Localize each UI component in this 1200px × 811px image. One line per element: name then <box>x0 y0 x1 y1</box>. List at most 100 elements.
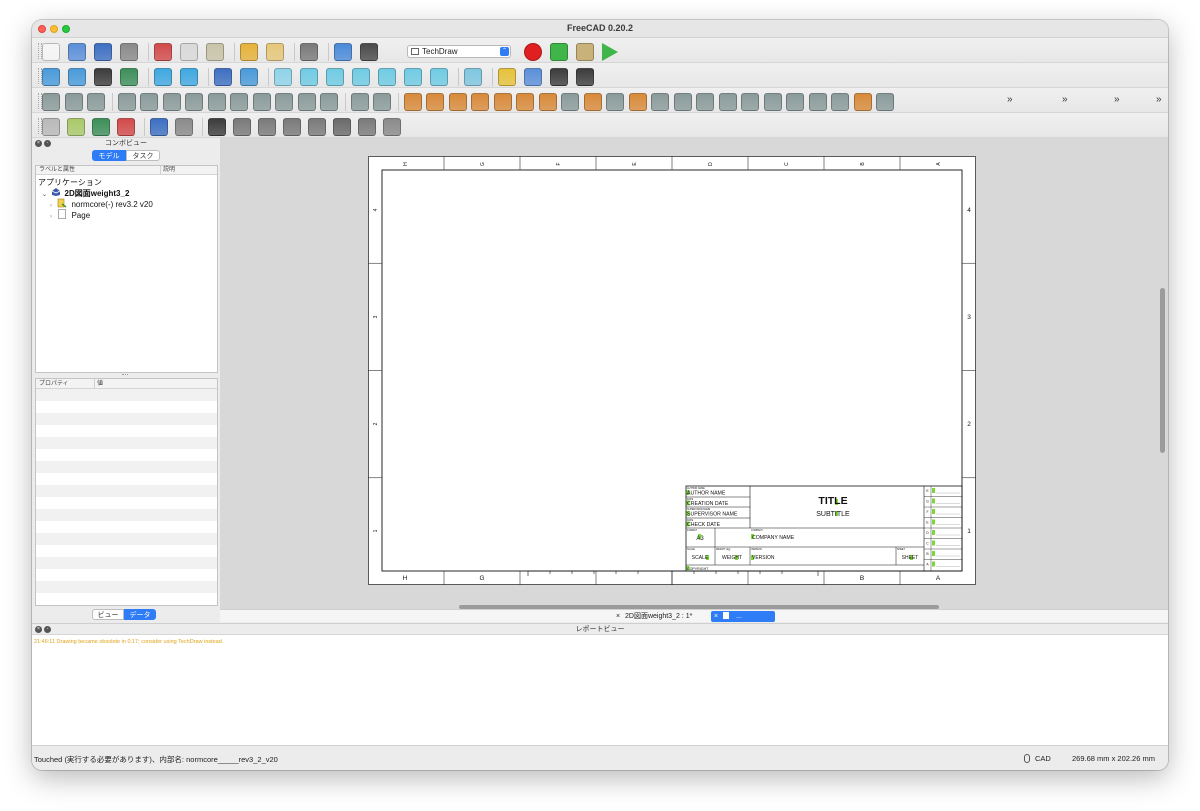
editable-field-marker[interactable] <box>932 519 935 525</box>
line-icon[interactable] <box>283 118 301 136</box>
float-panel-icon[interactable]: ◦ <box>44 626 51 633</box>
forward-icon[interactable] <box>180 68 198 86</box>
top-view-icon[interactable] <box>326 68 344 86</box>
isometric-view-icon[interactable] <box>274 68 292 86</box>
toolbar-overflow-button[interactable]: » <box>1114 94 1120 105</box>
page-template-icon[interactable] <box>383 118 401 136</box>
doc-tab-drawing[interactable]: × 2D図面weight3_2 : 1* <box>613 611 709 622</box>
supervisor-name[interactable]: SUPERVISOR NAME <box>687 512 738 518</box>
new-page-icon[interactable] <box>42 93 60 111</box>
show-all-icon[interactable] <box>358 118 376 136</box>
thread-icon[interactable] <box>831 93 849 111</box>
horizontal-dimension-icon[interactable] <box>426 93 444 111</box>
workbench-view-icon[interactable] <box>214 68 232 86</box>
format-value[interactable]: A3 <box>696 536 704 542</box>
doc-tab-active[interactable]: × ... <box>711 611 775 622</box>
leader-line-icon[interactable] <box>696 93 714 111</box>
fit-all-icon[interactable] <box>42 68 60 86</box>
editable-field-marker[interactable] <box>932 498 935 504</box>
right-view-icon[interactable] <box>352 68 370 86</box>
drawing-sheet[interactable]: H G F E D C B A H G B A 4 3 2 1 4 3 2 1 <box>368 156 976 585</box>
close-icon[interactable]: × <box>714 611 718 622</box>
toolbar-overflow-button[interactable]: » <box>1062 94 1068 105</box>
cosmetic-circle-icon[interactable] <box>808 93 827 111</box>
weight-value[interactable]: WEIGHT <box>722 555 742 561</box>
centerline-icon[interactable] <box>763 93 782 111</box>
open-document-icon[interactable] <box>68 43 86 61</box>
circle-centerline-icon[interactable] <box>233 118 251 136</box>
editable-field-marker[interactable] <box>932 509 935 514</box>
horizontal-extent-icon[interactable] <box>561 93 579 111</box>
angle-3pt-dimension-icon[interactable] <box>538 93 557 111</box>
export-page-icon[interactable] <box>876 93 894 111</box>
whats-this-icon[interactable] <box>360 43 378 61</box>
sheet-value[interactable]: SHEET <box>902 555 919 561</box>
tab-tasks[interactable]: タスク <box>126 150 160 161</box>
chevron-right-icon[interactable]: › <box>50 214 52 220</box>
macro-edit-icon[interactable] <box>576 43 594 61</box>
spreadsheet-view-icon[interactable] <box>275 93 293 111</box>
link-dimension-icon[interactable] <box>583 93 602 111</box>
angle-dimension-icon[interactable] <box>516 93 534 111</box>
undo-icon[interactable] <box>240 43 258 61</box>
clip-group-icon[interactable] <box>320 93 338 111</box>
annotation-icon[interactable] <box>150 118 168 136</box>
draw-style-icon[interactable] <box>94 68 112 86</box>
symbol-icon[interactable] <box>297 93 316 111</box>
diameter-dimension-icon[interactable] <box>493 93 512 111</box>
link-icon[interactable] <box>550 68 568 86</box>
measure-distance-icon[interactable] <box>464 68 482 86</box>
cosmetic-vertex-icon[interactable] <box>741 93 759 111</box>
recompute-icon[interactable] <box>334 43 352 61</box>
creation-date[interactable]: CREATION DATE <box>687 501 729 507</box>
editable-field-marker[interactable] <box>932 540 935 546</box>
refresh-icon[interactable] <box>300 43 318 61</box>
drawing-title[interactable]: TITLE <box>818 495 847 507</box>
bounding-box-icon[interactable] <box>120 68 138 86</box>
hatch-icon[interactable] <box>42 118 60 136</box>
macro-stop-icon[interactable] <box>550 43 568 61</box>
close-icon[interactable]: × <box>616 611 620 622</box>
back-icon[interactable] <box>154 68 172 86</box>
mouse-icon[interactable] <box>1024 754 1030 763</box>
toggle-frames-icon[interactable] <box>651 93 669 111</box>
clip-add-icon[interactable] <box>350 93 369 111</box>
tab-model[interactable]: モデル <box>92 150 126 161</box>
redraw-page-icon[interactable] <box>87 93 105 111</box>
leader-icon[interactable] <box>208 118 226 136</box>
template-page-icon[interactable] <box>64 93 83 111</box>
part-icon[interactable] <box>498 68 516 86</box>
rear-view-icon[interactable] <box>378 68 396 86</box>
drawing-view[interactable]: H G F E D C B A H G B A 4 3 2 1 4 3 2 1 <box>220 138 1168 622</box>
scale-value[interactable]: SCALE <box>692 555 709 561</box>
decorate-icon[interactable] <box>308 118 326 136</box>
editable-field-marker[interactable] <box>932 488 935 493</box>
copyright[interactable]: COPYRIGHT <box>687 567 709 571</box>
pencil-icon[interactable] <box>333 118 351 136</box>
clip-remove-icon[interactable] <box>373 93 391 111</box>
version-value[interactable]: VERSION <box>752 555 775 561</box>
export-svg-icon[interactable] <box>673 93 692 111</box>
macro-record-icon[interactable] <box>524 43 542 61</box>
cosmetic-vertex-add-icon[interactable] <box>175 118 193 136</box>
toolbar-overflow-button[interactable]: » <box>1007 94 1013 105</box>
geom-hatch-icon[interactable] <box>67 118 85 136</box>
tab-data[interactable]: データ <box>124 609 156 620</box>
front-view-icon[interactable] <box>300 68 318 86</box>
cut-icon[interactable] <box>154 43 172 61</box>
left-view-icon[interactable] <box>430 68 448 86</box>
splitter-handle[interactable] <box>122 374 128 376</box>
vertical-dimension-icon[interactable] <box>448 93 467 111</box>
image-icon[interactable] <box>92 118 110 136</box>
tab-view[interactable]: ビュー <box>92 609 124 620</box>
fit-selection-icon[interactable] <box>68 68 86 86</box>
tree-item-drawing-page[interactable]: › normcore(-) rev3.2 v20 <box>50 198 153 209</box>
drawing-subtitle[interactable]: SUBTITLE <box>816 511 850 518</box>
save-document-icon[interactable] <box>94 43 112 61</box>
length-dimension-icon[interactable] <box>403 93 422 111</box>
zoom-icon[interactable] <box>240 68 258 86</box>
redo-icon[interactable] <box>266 43 284 61</box>
chevron-down-icon[interactable]: ⌄ <box>42 192 47 198</box>
folder-icon[interactable] <box>524 68 542 86</box>
save-as-icon[interactable] <box>120 43 138 61</box>
